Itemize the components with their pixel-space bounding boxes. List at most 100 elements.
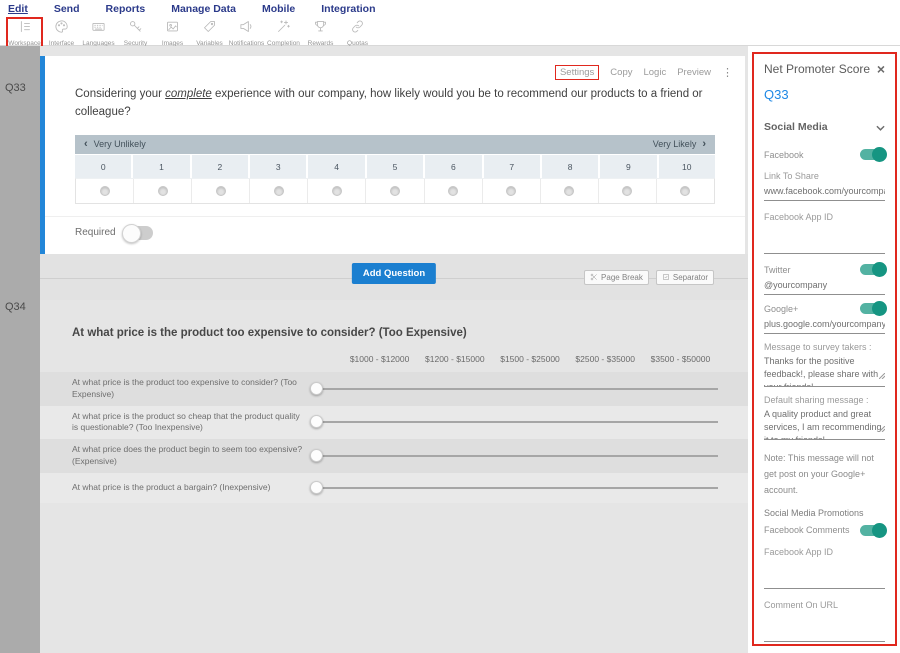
google-plus-label: Google+ (764, 304, 798, 314)
radio-button[interactable] (274, 186, 284, 196)
more-options-icon[interactable]: ⋮ (722, 66, 733, 79)
scale-value: 7 (484, 155, 540, 178)
separator-button[interactable]: Separator (656, 270, 714, 285)
settings-panel-column: Net Promoter Score × Q33 Social Media Fa… (748, 46, 900, 653)
resize-handle-icon[interactable] (879, 366, 885, 384)
scale-radio-cell (599, 179, 657, 203)
default-sharing-message-label: Default sharing message : (764, 395, 885, 405)
toolbar-item-languages[interactable]: Languages (80, 17, 117, 48)
add-question-zone: Add Question Page Break Separator (40, 254, 748, 300)
question-card-q33: Settings Copy Logic Preview ⋮ Considerin… (40, 56, 745, 254)
toolbar-item-interface[interactable]: Interface (43, 17, 80, 48)
panel-question-code[interactable]: Q33 (764, 87, 885, 102)
scale-radio-cell (308, 179, 366, 203)
toolbar-item-quotas[interactable]: Quotas (339, 17, 376, 48)
radio-button[interactable] (158, 186, 168, 196)
promo-facebook-app-id-input[interactable] (764, 571, 885, 589)
scale-value: 0 (75, 155, 131, 178)
comment-on-url-input[interactable] (764, 624, 885, 642)
page-break-button[interactable]: Page Break (584, 270, 649, 285)
twitter-toggle[interactable] (860, 264, 885, 275)
slider-handle[interactable] (310, 415, 323, 428)
social-media-promotions-label: Social Media Promotions (764, 508, 885, 518)
facebook-label: Facebook (764, 150, 804, 160)
google-plus-url-input[interactable] (764, 316, 885, 334)
top-menu: Edit Send Reports Manage Data Mobile Int… (0, 0, 900, 16)
chevron-right-icon[interactable]: › (702, 138, 706, 150)
scale-radio-cell (76, 179, 134, 203)
menu-item-edit[interactable]: Edit (8, 3, 28, 15)
toolbar-item-security[interactable]: Security (117, 17, 154, 48)
default-sharing-message-textarea[interactable]: A quality product and great services, I … (764, 408, 885, 440)
insert-controls: Page Break Separator (584, 270, 714, 285)
radio-button[interactable] (100, 186, 110, 196)
chevron-down-icon[interactable] (876, 118, 885, 136)
scale-radio-cell (192, 179, 250, 203)
radio-button[interactable] (564, 186, 574, 196)
scale-value: 4 (308, 155, 364, 178)
facebook-app-id-input[interactable] (764, 236, 885, 254)
toolbar-item-variables[interactable]: Variables (191, 17, 228, 48)
toolbar-item-completion[interactable]: Completion (265, 17, 302, 48)
price-slider[interactable] (312, 455, 718, 457)
chevron-left-icon[interactable]: ‹ (84, 138, 88, 150)
slider-row: At what price is the product too expensi… (40, 372, 748, 406)
panel-title: Net Promoter Score (764, 62, 870, 76)
toolbar-item-notifications[interactable]: Notifications (228, 17, 265, 48)
link-to-share-label: Link To Share (764, 171, 885, 181)
add-question-button[interactable]: Add Question (352, 263, 436, 284)
survey-canvas: Settings Copy Logic Preview ⋮ Considerin… (40, 46, 748, 653)
radio-button[interactable] (680, 186, 690, 196)
google-plus-toggle[interactable] (860, 303, 885, 314)
price-slider[interactable] (312, 421, 718, 423)
scissors-icon (590, 273, 598, 281)
message-to-survey-takers-textarea[interactable]: Thanks for the positive feedback!, pleas… (764, 355, 885, 387)
required-label: Required (75, 227, 116, 238)
price-range-label: $1500 - $25000 (492, 354, 567, 364)
scale-radio-cell (425, 179, 483, 203)
nps-scale-header: ‹ Very Unlikely Very Likely › (75, 135, 715, 154)
question-text-q34[interactable]: At what price is the product too expensi… (72, 327, 718, 339)
price-slider[interactable] (312, 388, 718, 390)
logic-button[interactable]: Logic (643, 67, 666, 78)
scale-radio-cell (134, 179, 192, 203)
scale-left-label: Very Unlikely (94, 139, 146, 149)
facebook-comments-label: Facebook Comments (764, 525, 850, 535)
scale-radio-cell (366, 179, 424, 203)
scale-radio-cell (657, 179, 714, 203)
toolbar-item-images[interactable]: Images (154, 17, 191, 48)
question-text-q33[interactable]: Considering your complete experience wit… (45, 82, 745, 122)
close-icon[interactable]: × (877, 64, 885, 74)
resize-handle-icon[interactable] (879, 419, 885, 437)
toolbar-item-rewards[interactable]: Rewards (302, 17, 339, 48)
radio-button[interactable] (448, 186, 458, 196)
radio-button[interactable] (216, 186, 226, 196)
menu-item-integration[interactable]: Integration (321, 3, 375, 15)
radio-button[interactable] (506, 186, 516, 196)
radio-button[interactable] (390, 186, 400, 196)
slider-handle[interactable] (310, 449, 323, 462)
radio-button[interactable] (332, 186, 342, 196)
toolbar-item-workspace[interactable]: Workspace (6, 17, 43, 49)
question-number-q34: Q34 (5, 301, 26, 313)
question-number-q33: Q33 (5, 82, 26, 94)
required-toggle[interactable] (123, 226, 153, 240)
menu-item-mobile[interactable]: Mobile (262, 3, 295, 15)
facebook-toggle[interactable] (860, 149, 885, 160)
radio-button[interactable] (622, 186, 632, 196)
preview-button[interactable]: Preview (677, 67, 711, 78)
menu-item-reports[interactable]: Reports (106, 3, 146, 15)
slider-handle[interactable] (310, 481, 323, 494)
message-to-survey-takers-label: Message to survey takers : (764, 342, 885, 352)
price-slider[interactable] (312, 487, 718, 489)
slider-row-label: At what price does the product begin to … (40, 439, 312, 473)
facebook-comments-toggle[interactable] (860, 525, 885, 536)
menu-item-send[interactable]: Send (54, 3, 80, 15)
facebook-link-input[interactable] (764, 183, 885, 201)
settings-button[interactable]: Settings (555, 65, 599, 80)
copy-button[interactable]: Copy (610, 67, 632, 78)
menu-item-manage-data[interactable]: Manage Data (171, 3, 236, 15)
scale-value: 10 (659, 155, 715, 178)
slider-handle[interactable] (310, 382, 323, 395)
twitter-handle-input[interactable] (764, 277, 885, 295)
